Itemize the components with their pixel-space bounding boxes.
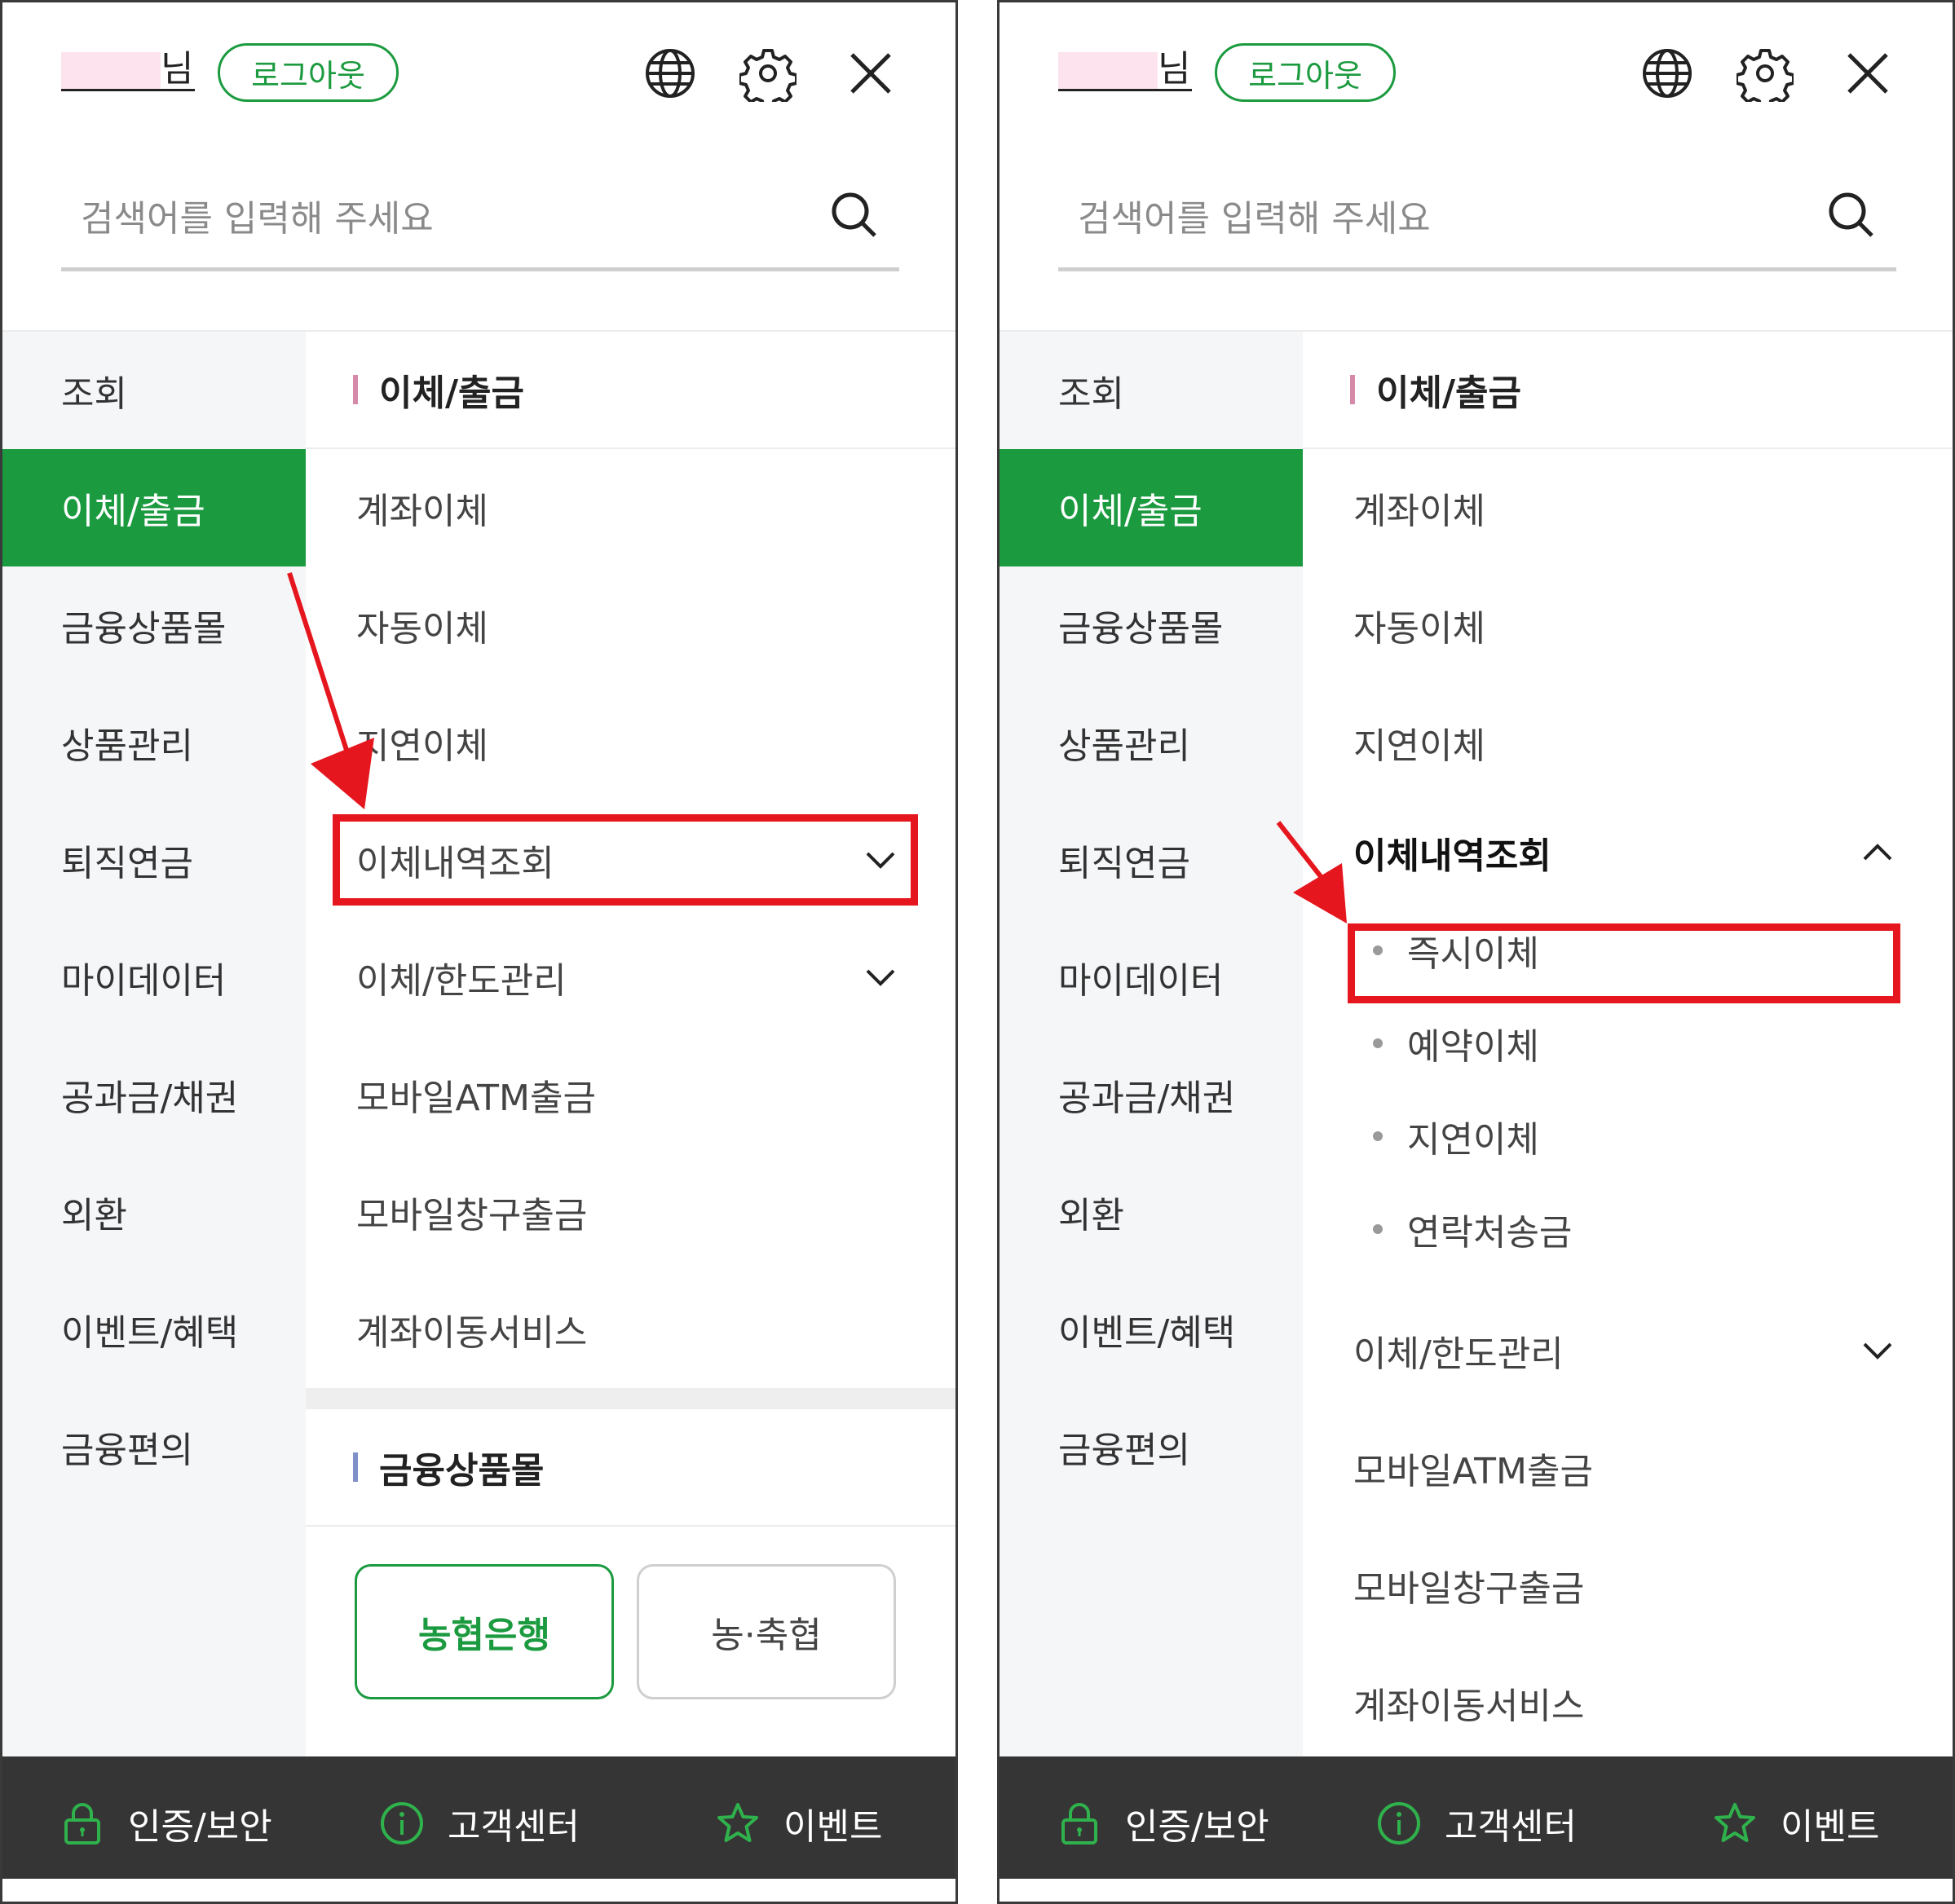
annotation-arrow — [287, 572, 374, 809]
annotation-arrow — [1276, 821, 1347, 923]
menu-panel-collapsed: 님 로그아웃 조회 이체/출금 금융상품몰 상품관리 퇴직연금 마이데이터 공과… — [0, 0, 958, 1904]
menu-panel-expanded: 님 로그아웃 조회 이체/출금 금융상품몰 상품관리 퇴직연금 마이데이터 공과… — [997, 0, 1955, 1904]
